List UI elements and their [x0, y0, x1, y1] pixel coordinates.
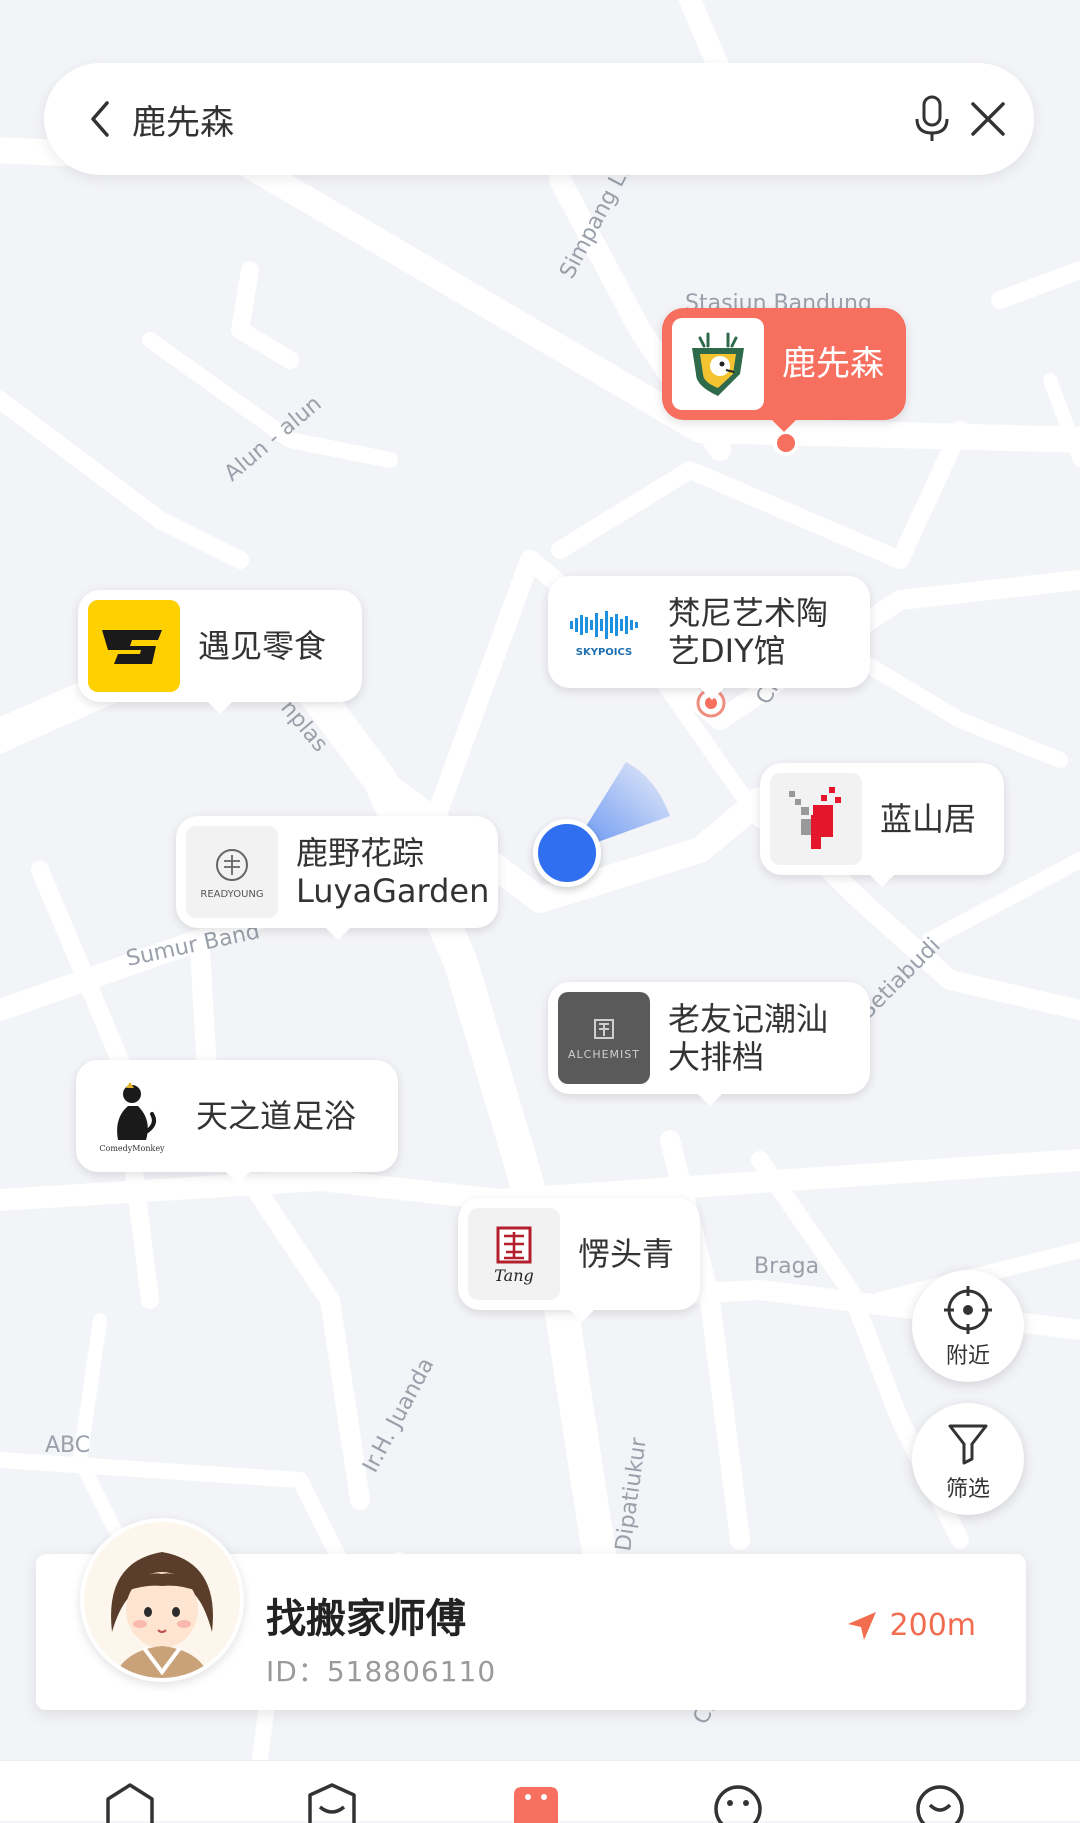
place-marker[interactable]: READYOUNG 鹿野花踪 LuyaGarden: [176, 816, 498, 940]
alchemist-logo-icon: ALCHEMIST: [558, 992, 650, 1084]
nearby-label: 附近: [945, 1344, 990, 1369]
place-marker[interactable]: SKYPOICS 梵尼艺术陶 艺DIY馆: [548, 576, 870, 700]
pixel-deer-logo-icon: [770, 773, 862, 865]
logo-text: Tang: [494, 1265, 534, 1285]
marker-tail: [226, 1172, 250, 1184]
place-name: 梵尼艺术陶 艺DIY馆: [668, 594, 829, 670]
filter-icon: [948, 1424, 988, 1465]
user-name: 找搬家师傅: [266, 1596, 466, 1642]
tang-seal-logo-icon: Tang: [468, 1208, 560, 1300]
place-name: 愣头青: [578, 1235, 675, 1273]
marker-tail: [570, 1310, 594, 1322]
close-icon[interactable]: [960, 91, 1016, 147]
marker-tail: [700, 688, 724, 700]
place-marker[interactable]: Tang 愣头青: [458, 1198, 700, 1322]
logo-text: SKYPOICS: [575, 646, 633, 658]
place-name: 鹿野花踪 LuyaGarden: [296, 834, 490, 910]
home-icon[interactable]: [100, 1783, 160, 1823]
deer-shield-logo-icon: [672, 318, 764, 410]
distance-value: 200m: [889, 1608, 976, 1643]
place-marker[interactable]: ComedyMonkey 天之道足浴: [76, 1060, 398, 1184]
bag-icon[interactable]: [506, 1783, 566, 1823]
skypoics-logo-icon: SKYPOICS: [558, 586, 650, 678]
logo-text: READYOUNG: [200, 888, 264, 900]
bottom-nav: [0, 1760, 1080, 1823]
place-marker[interactable]: 遇见零食: [78, 590, 362, 714]
discover-icon[interactable]: [302, 1783, 362, 1823]
marker-tail: [870, 875, 894, 887]
marker-tail: [326, 928, 350, 940]
nearby-button[interactable]: 附近: [912, 1270, 1024, 1382]
logo-text: ComedyMonkey: [99, 1143, 165, 1153]
filter-button[interactable]: 筛选: [912, 1403, 1024, 1515]
street-label-abc: ABC: [45, 1433, 90, 1458]
my-location-dot: [533, 819, 601, 887]
snack-logo-icon: [88, 600, 180, 692]
place-name: 老友记潮汕 大排档: [668, 1000, 829, 1076]
place-marker[interactable]: ALCHEMIST 老友记潮汕 大排档: [548, 982, 870, 1106]
search-input[interactable]: 鹿先森: [132, 95, 234, 144]
monkey-logo-icon: ComedyMonkey: [86, 1070, 178, 1162]
microphone-icon[interactable]: [904, 89, 960, 149]
profile-icon[interactable]: [910, 1783, 970, 1823]
place-marker[interactable]: 蓝山居: [760, 763, 1004, 887]
place-marker-featured[interactable]: 鹿先森: [662, 308, 906, 432]
distance-indicator: 200m: [846, 1608, 976, 1643]
selected-pin-dot: [773, 430, 799, 456]
place-name: 遇见零食: [198, 627, 327, 665]
street-label-braga: Braga: [754, 1254, 819, 1279]
place-name: 天之道足浴: [196, 1097, 357, 1135]
readyoung-logo-icon: READYOUNG: [186, 826, 278, 918]
filter-label: 筛选: [945, 1477, 990, 1502]
place-name: 蓝山居: [880, 800, 977, 838]
logo-text: ALCHEMIST: [568, 1047, 640, 1061]
place-name: 鹿先森: [782, 344, 884, 384]
marker-tail: [772, 420, 796, 432]
marker-tail: [208, 702, 232, 714]
crosshair-icon: [944, 1286, 992, 1334]
marker-tail: [698, 1094, 722, 1106]
navigation-arrow-icon: [847, 1611, 876, 1640]
avatar[interactable]: [80, 1518, 244, 1682]
message-icon[interactable]: [708, 1783, 768, 1823]
back-icon[interactable]: [74, 91, 130, 147]
search-bar[interactable]: 鹿先森: [44, 63, 1034, 175]
user-id: ID：518806110: [266, 1655, 497, 1688]
